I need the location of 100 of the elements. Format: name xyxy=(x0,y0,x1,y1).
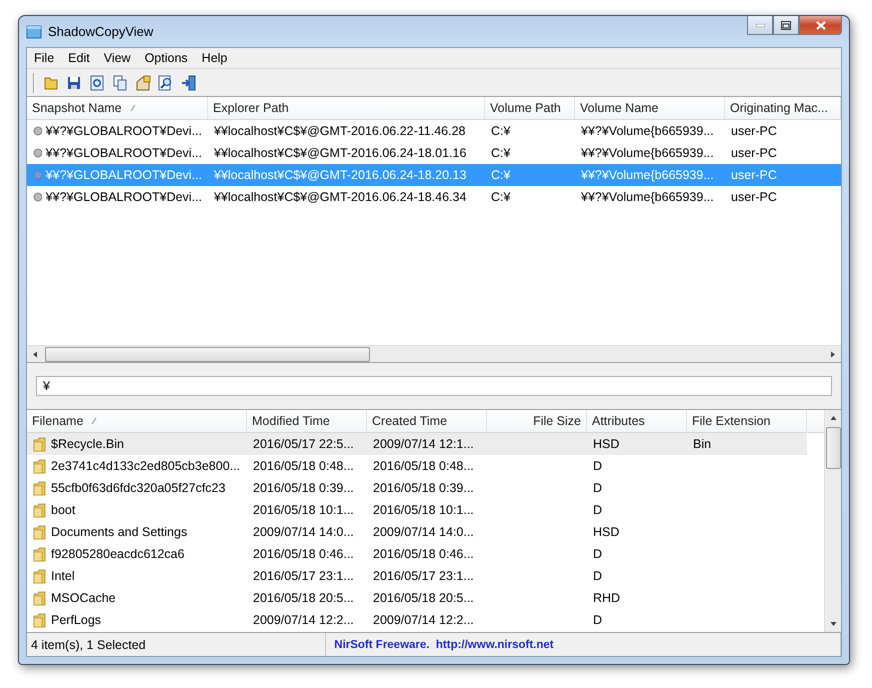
column-header[interactable]: Volume Name xyxy=(575,97,725,119)
folder-icon xyxy=(33,502,47,518)
table-cell: ¥¥?¥Volume{b665939... xyxy=(581,124,714,138)
maximize-button[interactable] xyxy=(773,16,799,35)
column-header[interactable]: Filename xyxy=(27,410,247,432)
table-cell: boot xyxy=(51,503,76,517)
file-row[interactable]: PerfLogs 2009/07/14 12:2... 2009/07/14 12:2... D xyxy=(27,609,807,631)
file-row[interactable]: Documents and Settings 2009/07/14 14:0... 2009/07/14 14:0... HSD xyxy=(27,521,807,543)
column-header[interactable]: Originating Mac... xyxy=(725,97,841,119)
column-header[interactable]: Created Time xyxy=(367,410,487,432)
table-cell: 2009/07/14 14:0... xyxy=(253,525,354,539)
table-cell: 2016/05/18 0:46... xyxy=(253,547,354,561)
file-row[interactable]: boot 2016/05/18 10:1... 2016/05/18 10:1... D xyxy=(27,499,807,521)
table-cell: 2016/05/18 20:5... xyxy=(373,591,474,605)
snapshot-row[interactable]: ¥¥?¥GLOBALROOT¥Devi... ¥¥localhost¥C$¥@GMT-2016.06.22-11.46.28 C:¥ ¥¥?¥Volume{b665939... user-PC xyxy=(27,120,841,142)
file-row[interactable]: f92805280eacdc612ca6 2016/05/18 0:46... 2016/05/18 0:46... D xyxy=(27,543,807,565)
table-cell: 2016/05/18 10:1... xyxy=(373,503,474,517)
table-cell: $Recycle.Bin xyxy=(51,437,124,451)
table-cell: D xyxy=(593,569,602,583)
scroll-right-icon xyxy=(829,350,836,358)
window-title: ShadowCopyView xyxy=(48,24,154,39)
close-button[interactable] xyxy=(799,16,842,35)
table-cell: 2016/05/18 10:1... xyxy=(253,503,354,517)
copy-icon[interactable] xyxy=(111,72,129,92)
maximize-icon xyxy=(781,20,791,30)
exit-icon[interactable] xyxy=(180,72,198,92)
table-cell: D xyxy=(593,547,602,561)
file-row[interactable]: MSOCache 2016/05/18 20:5... 2016/05/18 20:5... RHD xyxy=(27,587,807,609)
column-header[interactable]: File Extension xyxy=(687,410,807,432)
website-link[interactable]: NirSoft Freeware. http://www.nirsoft.net xyxy=(326,633,841,656)
file-row[interactable]: Intel 2016/05/17 23:1... 2016/05/17 23:1... D xyxy=(27,565,807,587)
table-cell: ¥¥?¥Volume{b665939... xyxy=(581,168,714,182)
table-cell: 2016/05/17 23:1... xyxy=(373,569,474,583)
folder-icon xyxy=(33,590,47,606)
file-row[interactable]: $Recycle.Bin 2016/05/17 22:5... 2009/07/14 12:1... HSD Bin xyxy=(27,433,807,455)
snapshot-row[interactable]: ¥¥?¥GLOBALROOT¥Devi... ¥¥localhost¥C$¥@GMT-2016.06.24-18.01.16 C:¥ ¥¥?¥Volume{b665939... user-PC xyxy=(27,142,841,164)
status-text: 4 item(s), 1 Selected xyxy=(27,633,326,656)
table-cell: 2016/05/17 22:5... xyxy=(253,437,354,451)
table-cell: HSD xyxy=(593,437,620,451)
column-header[interactable]: Volume Path xyxy=(485,97,575,119)
table-cell: 2016/05/17 23:1... xyxy=(253,569,354,583)
table-cell: 2009/07/14 12:2... xyxy=(373,613,474,627)
table-cell: user-PC xyxy=(731,146,777,160)
menu-item[interactable]: Options xyxy=(138,51,195,65)
path-field[interactable]: ¥ xyxy=(36,376,832,396)
folder-icon xyxy=(33,480,47,496)
table-cell: HSD xyxy=(593,525,620,539)
column-header[interactable]: File Size xyxy=(487,410,587,432)
table-cell: user-PC xyxy=(731,190,777,204)
table-cell: Bin xyxy=(693,437,712,451)
table-cell: D xyxy=(593,503,602,517)
table-cell: D xyxy=(593,459,602,473)
snapshot-row[interactable]: ¥¥?¥GLOBALROOT¥Devi... ¥¥localhost¥C$¥@GMT-2016.06.24-18.46.34 C:¥ ¥¥?¥Volume{b665939... user-PC xyxy=(27,186,841,208)
table-cell: f92805280eacdc612ca6 xyxy=(51,547,184,561)
column-header[interactable]: Explorer Path xyxy=(208,97,485,119)
horizontal-scrollbar[interactable] xyxy=(27,345,841,362)
table-cell: D xyxy=(593,613,602,627)
minimize-button[interactable] xyxy=(747,16,773,35)
scroll-left-icon xyxy=(32,350,39,358)
menu-item[interactable]: File xyxy=(27,51,62,65)
file-row[interactable]: 2e3741c4d133c2ed805cb3e800... 2016/05/18 0:48... 2016/05/18 0:48... D xyxy=(27,455,807,477)
table-cell: ¥¥?¥GLOBALROOT¥Devi... xyxy=(46,146,202,160)
table-cell: 2016/05/18 0:39... xyxy=(373,481,474,495)
table-cell: 2016/05/18 0:39... xyxy=(253,481,354,495)
table-cell: C:¥ xyxy=(491,146,510,160)
vertical-scrollbar[interactable] xyxy=(824,410,841,632)
column-header[interactable]: Snapshot Name xyxy=(27,97,208,119)
folder-icon xyxy=(33,524,47,540)
table-cell: 2e3741c4d133c2ed805cb3e800... xyxy=(51,459,240,473)
table-cell: 2016/05/18 0:48... xyxy=(253,459,354,473)
table-cell: C:¥ xyxy=(491,190,510,204)
close-icon xyxy=(816,20,826,30)
file-row[interactable]: 55cfb0f63d6fdc320a05f27cfc23 2016/05/18 0:39... 2016/05/18 0:39... D xyxy=(27,477,807,499)
table-cell: ¥¥localhost¥C$¥@GMT-2016.06.24-18.01.16 xyxy=(214,146,466,160)
table-cell: C:¥ xyxy=(491,168,510,182)
table-cell: RHD xyxy=(593,591,620,605)
scroll-down-icon xyxy=(830,620,836,627)
menu-item[interactable]: Help xyxy=(194,51,234,65)
column-header[interactable]: Attributes xyxy=(587,410,687,432)
table-cell: ¥¥localhost¥C$¥@GMT-2016.06.22-11.46.28 xyxy=(214,124,466,138)
table-cell: ¥¥?¥GLOBALROOT¥Devi... xyxy=(46,168,202,182)
table-cell: Intel xyxy=(51,569,75,583)
table-cell: ¥¥?¥Volume{b665939... xyxy=(581,190,714,204)
folder-icon xyxy=(33,436,47,452)
sort-icon xyxy=(130,104,136,112)
app-icon xyxy=(26,24,42,40)
scrollbar-thumb[interactable] xyxy=(45,346,370,362)
folder-icon xyxy=(33,612,47,628)
table-cell: Documents and Settings xyxy=(51,525,188,539)
table-cell: PerfLogs xyxy=(51,613,102,627)
scrollbar-thumb[interactable] xyxy=(826,427,840,469)
menu-item[interactable]: Edit xyxy=(61,51,97,65)
table-cell: ¥¥localhost¥C$¥@GMT-2016.06.24-18.46.34 xyxy=(214,190,466,204)
menu-item[interactable]: View xyxy=(96,51,138,65)
table-cell: 2009/07/14 14:0... xyxy=(373,525,474,539)
folder-icon xyxy=(33,458,47,474)
folder-icon xyxy=(33,546,47,562)
table-cell: 55cfb0f63d6fdc320a05f27cfc23 xyxy=(51,481,226,495)
column-header[interactable]: Modified Time xyxy=(247,410,367,432)
minimize-icon xyxy=(756,24,764,26)
